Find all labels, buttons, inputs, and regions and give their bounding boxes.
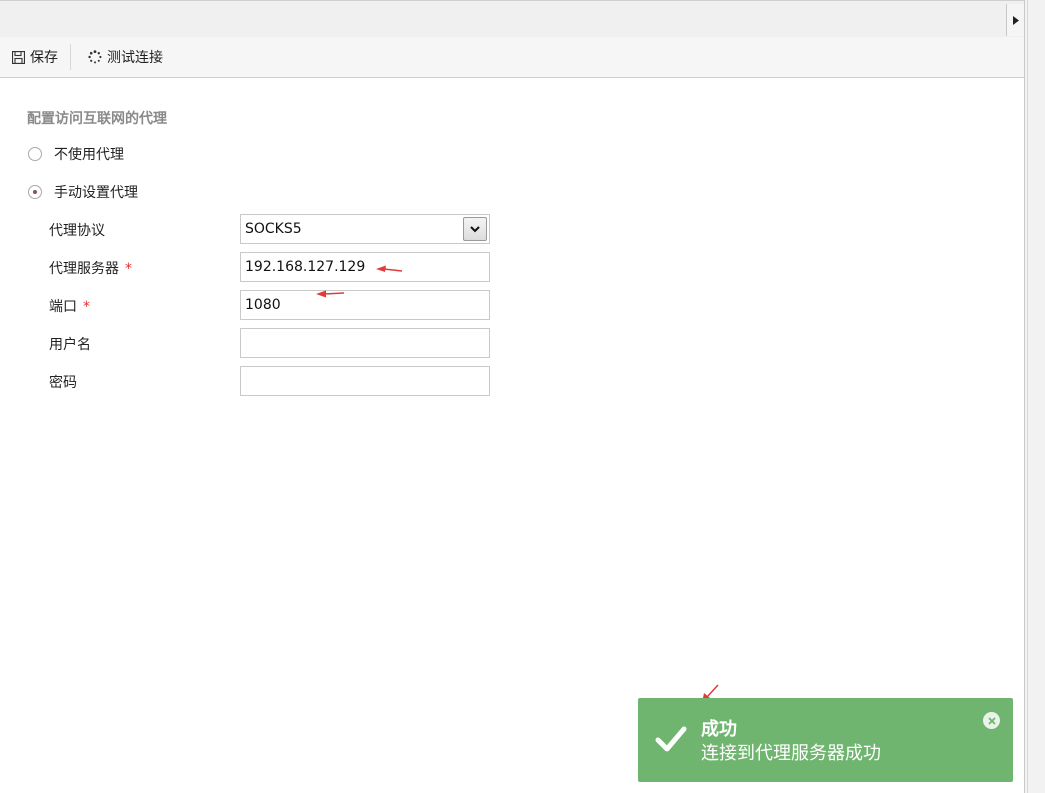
right-frame-edge <box>1024 0 1045 793</box>
server-label: 代理服务器 * <box>49 261 132 277</box>
test-connection-button[interactable]: 测试连接 <box>71 37 175 77</box>
save-button[interactable]: 保存 <box>0 37 70 77</box>
expand-right-button[interactable] <box>1006 4 1024 36</box>
test-connection-label: 测试连接 <box>107 50 163 66</box>
server-value: 192.168.127.129 <box>245 259 366 275</box>
required-mark: * <box>83 299 90 315</box>
radio-no-proxy-label: 不使用代理 <box>54 147 124 163</box>
save-label: 保存 <box>30 50 58 66</box>
port-value: 1080 <box>245 297 281 313</box>
protocol-value: SOCKS5 <box>245 221 302 237</box>
radio-no-proxy-indicator[interactable] <box>28 147 42 161</box>
radio-manual-proxy-indicator[interactable] <box>28 185 42 199</box>
toast-title: 成功 <box>701 719 737 740</box>
checkmark-icon <box>655 725 687 757</box>
toolbar: 保存 测试连接 <box>0 37 1024 78</box>
protocol-label: 代理协议 <box>49 223 105 239</box>
protocol-select[interactable]: SOCKS5 <box>240 214 490 244</box>
red-arrow-annotation <box>376 265 403 272</box>
required-mark: * <box>125 261 132 277</box>
port-input[interactable]: 1080 <box>240 290 490 320</box>
password-label: 密码 <box>49 375 77 391</box>
top-header-bar <box>0 0 1024 38</box>
toast-message: 连接到代理服务器成功 <box>701 743 881 764</box>
expand-right-icon <box>1012 15 1019 25</box>
spinner-icon <box>88 50 102 64</box>
radio-manual-proxy[interactable]: 手动设置代理 <box>28 182 138 202</box>
radio-manual-proxy-label: 手动设置代理 <box>54 185 138 201</box>
password-input[interactable] <box>240 366 490 396</box>
red-arrow-annotation <box>316 290 345 298</box>
success-toast: 成功 连接到代理服务器成功 <box>638 698 1013 782</box>
server-input[interactable]: 192.168.127.129 <box>240 252 490 282</box>
username-label: 用户名 <box>49 337 91 353</box>
username-input[interactable] <box>240 328 490 358</box>
proxy-settings-panel: 配置访问互联网的代理 不使用代理 手动设置代理 代理协议 SOCKS5 代理服务… <box>0 78 1024 793</box>
radio-no-proxy[interactable]: 不使用代理 <box>28 144 124 164</box>
chevron-down-icon[interactable] <box>463 217 487 241</box>
port-label: 端口 * <box>49 299 90 315</box>
save-icon <box>12 50 25 64</box>
section-title: 配置访问互联网的代理 <box>27 111 167 127</box>
close-icon[interactable] <box>983 712 1000 729</box>
